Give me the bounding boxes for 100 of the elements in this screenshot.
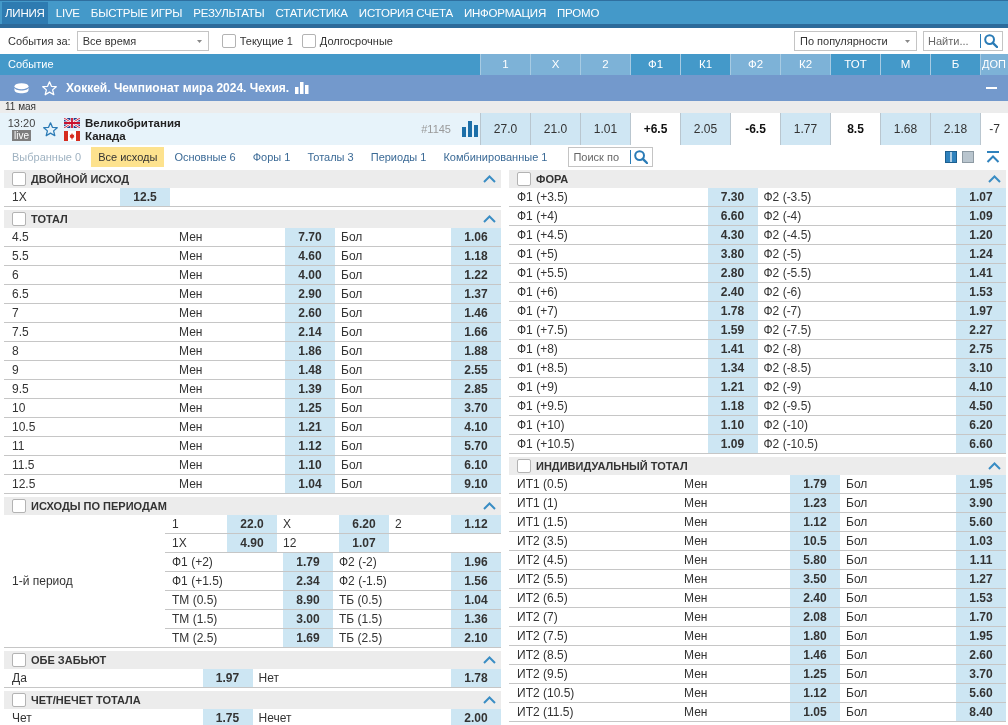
star-icon[interactable] xyxy=(43,121,58,137)
odds-button[interactable]: 1.48 xyxy=(285,361,335,379)
market-tab[interactable]: Комбинированные 1 xyxy=(436,146,555,167)
odds-button[interactable]: 1.95 xyxy=(956,475,1006,493)
team-name[interactable]: Великобритания xyxy=(85,116,181,129)
odds-button[interactable]: 1.10 xyxy=(285,456,335,474)
odds-button[interactable]: 1.10 xyxy=(707,416,758,434)
chevron-up-icon[interactable] xyxy=(483,175,496,183)
odds-button[interactable]: 4.10 xyxy=(451,418,501,436)
odds-button[interactable]: 5.60 xyxy=(956,684,1006,702)
odds-button[interactable]: 1.69 xyxy=(283,629,333,647)
odds-button[interactable]: 12.5 xyxy=(120,188,170,206)
odds-button[interactable]: 1.23 xyxy=(790,494,840,512)
odds-button[interactable]: 6.20 xyxy=(956,416,1006,434)
period-select[interactable]: Все время xyxy=(76,31,209,51)
odds-button[interactable]: 1.96 xyxy=(451,553,501,571)
odds-button[interactable]: 2.85 xyxy=(451,380,501,398)
odds-button[interactable]: 1.09 xyxy=(956,207,1006,225)
checkbox[interactable] xyxy=(12,499,26,513)
odds-button[interactable]: 1.05 xyxy=(790,703,840,721)
odds-button[interactable]: 1.77 xyxy=(780,113,830,145)
odds-button[interactable]: 8.90 xyxy=(283,591,333,609)
market-tab[interactable]: Тоталы 3 xyxy=(300,146,361,167)
odds-button[interactable]: 1.07 xyxy=(956,188,1006,206)
odds-button[interactable]: 1.12 xyxy=(451,515,501,533)
odds-button[interactable]: 1.21 xyxy=(707,378,758,396)
odds-button[interactable]: 4.50 xyxy=(956,397,1006,415)
chevron-up-icon[interactable] xyxy=(988,175,1001,183)
odds-button[interactable]: 2.40 xyxy=(707,283,758,301)
odds-button[interactable]: 1.78 xyxy=(451,669,501,687)
odds-button[interactable]: 1.80 xyxy=(790,627,840,645)
odds-button[interactable]: 2.90 xyxy=(285,285,335,303)
odds-button[interactable]: 6.60 xyxy=(707,207,758,225)
odds-button[interactable]: 2.40 xyxy=(790,589,840,607)
odds-button[interactable]: 1.46 xyxy=(451,304,501,322)
odds-button[interactable]: 1.20 xyxy=(956,226,1006,244)
odds-button[interactable]: 1.37 xyxy=(451,285,501,303)
odds-button[interactable]: 22.0 xyxy=(227,515,277,533)
odds-button[interactable]: 6.10 xyxy=(451,456,501,474)
odds-button[interactable]: 3.10 xyxy=(956,359,1006,377)
odds-button[interactable]: 6.60 xyxy=(956,435,1006,453)
checkbox[interactable] xyxy=(12,212,26,226)
odds-button[interactable]: 7.70 xyxy=(285,228,335,246)
odds-button[interactable]: 1.97 xyxy=(956,302,1006,320)
checkbox[interactable] xyxy=(517,459,531,473)
odds-button[interactable]: 1.04 xyxy=(285,475,335,493)
odds-button[interactable]: 1.18 xyxy=(707,397,758,415)
odds-button[interactable]: 1.12 xyxy=(285,437,335,455)
two-column-icon[interactable] xyxy=(945,150,957,163)
odds-button[interactable]: 1.68 xyxy=(880,113,930,145)
odds-button[interactable]: 1.59 xyxy=(707,321,758,339)
odds-button[interactable]: 10.5 xyxy=(790,532,840,550)
odds-button[interactable]: 1.79 xyxy=(283,553,333,571)
odds-button[interactable]: 4.90 xyxy=(227,534,277,552)
market-tab[interactable]: Все исходы xyxy=(91,146,165,167)
odds-button[interactable]: 2.60 xyxy=(956,646,1006,664)
odds-button[interactable]: 2.75 xyxy=(956,340,1006,358)
odds-button[interactable]: 1.18 xyxy=(451,247,501,265)
odds-button[interactable]: 1.09 xyxy=(707,435,758,453)
odds-button[interactable]: 1.12 xyxy=(790,684,840,702)
odds-button[interactable]: 5.70 xyxy=(451,437,501,455)
odds-button[interactable]: 1.11 xyxy=(956,551,1006,569)
checkbox[interactable] xyxy=(12,653,26,667)
odds-button[interactable]: 1.46 xyxy=(790,646,840,664)
odds-button[interactable]: 1.41 xyxy=(956,264,1006,282)
odds-button[interactable]: 3.80 xyxy=(707,245,758,263)
odds-button[interactable]: 3.00 xyxy=(283,610,333,628)
odds-button[interactable]: 1.22 xyxy=(451,266,501,284)
checkbox[interactable] xyxy=(12,693,26,707)
one-column-icon[interactable] xyxy=(962,150,974,163)
odds-button[interactable]: 2.55 xyxy=(451,361,501,379)
odds-button[interactable]: 2.05 xyxy=(680,113,730,145)
bar-chart-icon[interactable] xyxy=(295,82,310,94)
odds-button[interactable]: 1.25 xyxy=(285,399,335,417)
market-tab[interactable]: Форы 1 xyxy=(245,146,298,167)
odds-button[interactable]: 1.95 xyxy=(956,627,1006,645)
odds-button[interactable]: 2.18 xyxy=(930,113,980,145)
odds-button[interactable]: 5.80 xyxy=(790,551,840,569)
odds-button[interactable]: 7.30 xyxy=(707,188,758,206)
odds-button[interactable]: 1.97 xyxy=(202,669,253,687)
odds-button[interactable]: 1.12 xyxy=(790,513,840,531)
bar-chart-icon[interactable] xyxy=(462,121,478,137)
odds-button[interactable]: 2.00 xyxy=(451,709,501,725)
chevron-up-bar-icon[interactable] xyxy=(986,150,1000,163)
odds-button[interactable]: 3.70 xyxy=(451,399,501,417)
odds-button[interactable]: 1.66 xyxy=(451,323,501,341)
odds-button[interactable]: 2.34 xyxy=(283,572,333,590)
odds-button[interactable]: 9.10 xyxy=(451,475,501,493)
odds-button[interactable]: 2.10 xyxy=(451,629,501,647)
odds-button[interactable]: 21.0 xyxy=(530,113,580,145)
odds-button[interactable]: 5.60 xyxy=(956,513,1006,531)
odds-button[interactable]: 4.00 xyxy=(285,266,335,284)
odds-button[interactable]: 1.24 xyxy=(956,245,1006,263)
market-tab[interactable]: Основные 6 xyxy=(167,146,243,167)
odds-button[interactable]: 1.39 xyxy=(285,380,335,398)
odds-button[interactable]: 1.56 xyxy=(451,572,501,590)
odds-button[interactable]: 2.60 xyxy=(285,304,335,322)
odds-button[interactable]: 1.53 xyxy=(956,283,1006,301)
odds-button[interactable]: 2.80 xyxy=(707,264,758,282)
odds-button[interactable]: 1.36 xyxy=(451,610,501,628)
